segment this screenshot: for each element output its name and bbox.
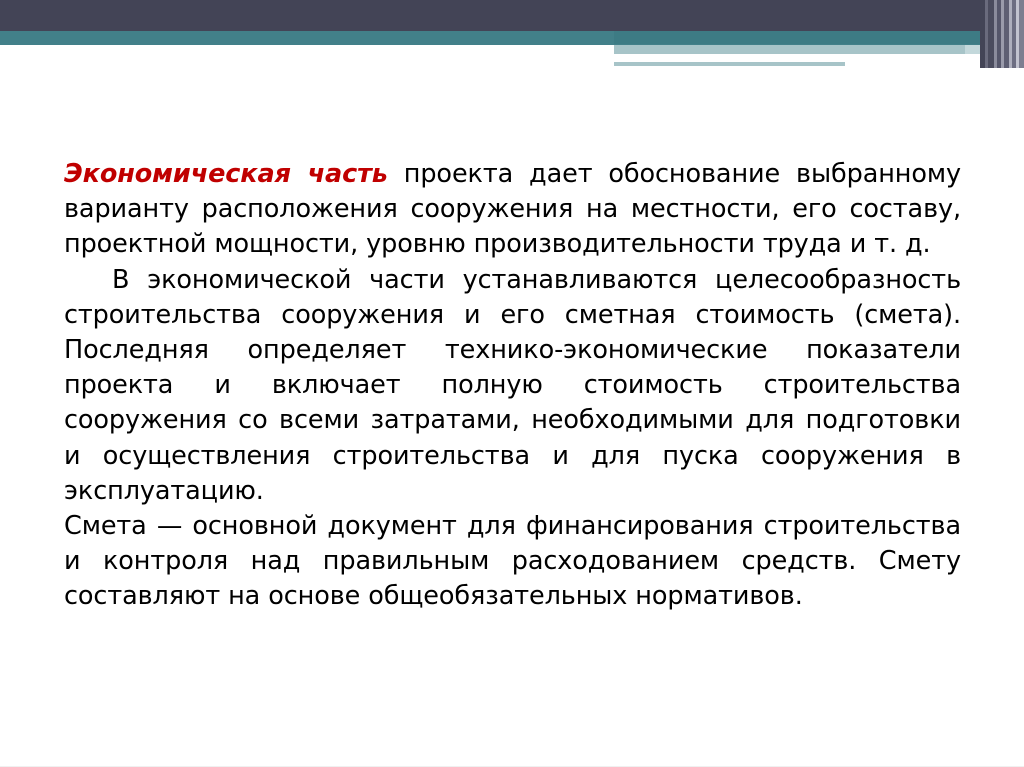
header-band-white-cut [0, 45, 614, 54]
paragraph-1: Экономическая часть проекта дает обоснов… [64, 157, 961, 263]
slide-body-text: Экономическая часть проекта дает обоснов… [64, 157, 961, 615]
presentation-slide: Экономическая часть проекта дает обоснов… [0, 0, 1024, 767]
header-band-white-line-short [614, 56, 974, 59]
accent-phrase: Экономическая часть [64, 159, 388, 189]
paragraph-2: В экономической части устанавливаются це… [64, 264, 961, 506]
header-band-dark [0, 0, 1024, 31]
header-stripe-10 [1019, 0, 1024, 68]
header-vertical-stripes [980, 0, 1024, 68]
header-band-teal-right [614, 31, 1024, 44]
slide-header-decoration [0, 0, 1024, 80]
paragraph-3: Смета — основной документ для финансиров… [64, 511, 961, 612]
